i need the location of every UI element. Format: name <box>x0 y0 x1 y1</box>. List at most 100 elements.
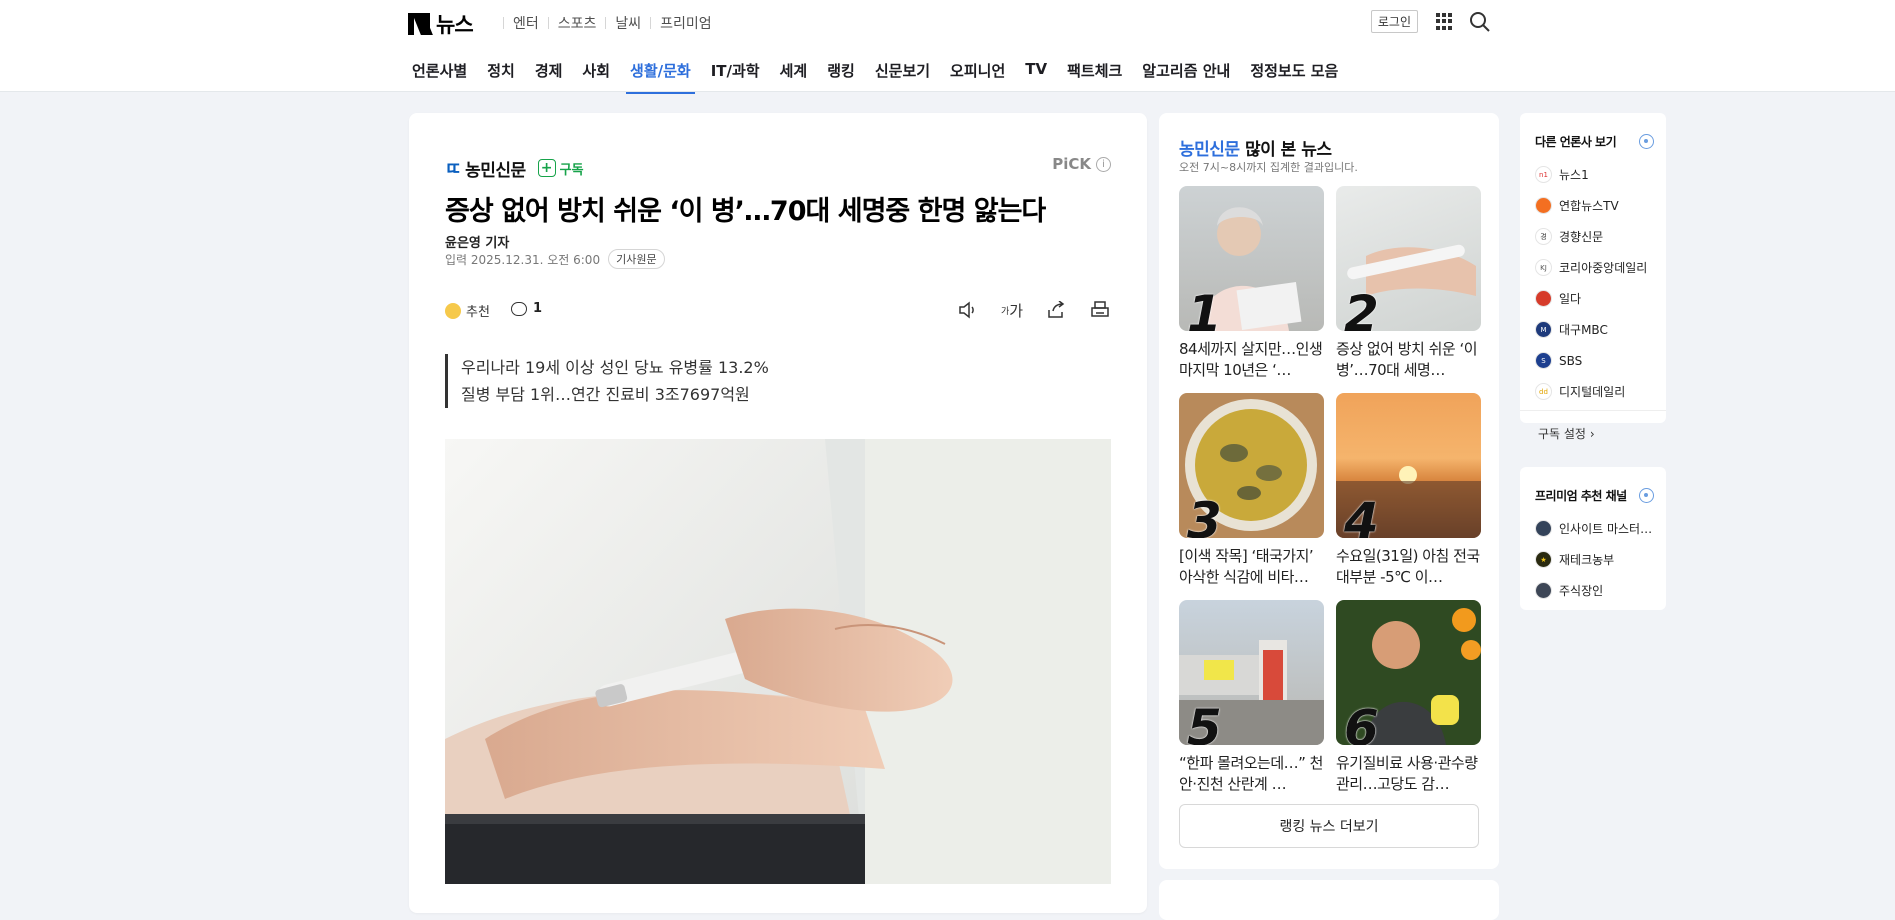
article-summary: 우리나라 19세 이상 성인 당뇨 유병률 13.2% 질병 부담 1위…연간 … <box>445 354 769 408</box>
date-row: 입력 2025.12.31. 오전 6:00 기사원문 <box>445 249 665 269</box>
refresh-icon[interactable] <box>1639 488 1654 503</box>
press-logo-icon: M <box>1535 321 1552 338</box>
nav-tab[interactable]: 경제 <box>527 58 571 94</box>
nav-tab[interactable]: 알고리즘 안내 <box>1134 58 1238 94</box>
rank-number: 5 <box>1187 699 1222 745</box>
press-item-label: SBS <box>1559 353 1583 368</box>
pick-label: PiCK <box>1052 155 1091 173</box>
press-item[interactable]: 경 경향신문 <box>1535 221 1647 252</box>
rank-number: 6 <box>1344 699 1379 745</box>
subscribe-button[interactable]: + 구독 <box>537 159 584 178</box>
nav-tab[interactable]: 정치 <box>479 58 523 94</box>
premium-item[interactable]: 인사이트 마스터… <box>1535 513 1652 544</box>
top-link-sports[interactable]: 스포츠 <box>558 13 597 33</box>
ranking-item[interactable]: 3 [이색 작목] ‘태국가지’ 아삭한 식감에 비타… <box>1179 393 1324 588</box>
ranking-thumbnail: 3 <box>1179 393 1324 538</box>
search-icon[interactable] <box>1469 11 1491 33</box>
nav-tab[interactable]: IT/과학 <box>703 58 768 94</box>
press-item[interactable]: S SBS <box>1535 345 1647 376</box>
original-article-button[interactable]: 기사원문 <box>608 249 665 269</box>
top-link-entertain[interactable]: 엔터 <box>513 13 539 33</box>
press-item[interactable]: M 대구MBC <box>1535 314 1647 345</box>
ranking-item[interactable]: 1 84세까지 살지만…인생 마지막 10년은 ‘… <box>1179 186 1324 381</box>
comment-button[interactable]: 1 <box>511 301 542 316</box>
ranking-thumbnail: 1 <box>1179 186 1324 331</box>
rank-number: 3 <box>1187 492 1222 538</box>
ranking-thumbnail: 4 <box>1336 393 1481 538</box>
premium-item-label: 주식장인 <box>1559 584 1604 598</box>
naver-n-icon <box>408 13 433 35</box>
top-link-premium[interactable]: 프리미엄 <box>660 13 712 33</box>
ranking-more-button[interactable]: 랭킹 뉴스 더보기 <box>1179 804 1479 848</box>
ranking-thumbnail: 5 <box>1179 600 1324 745</box>
nav-tab[interactable]: 언론사별 <box>404 58 475 94</box>
subscribe-settings-link[interactable]: 구독 설정 › <box>1538 425 1595 442</box>
subscribe-settings-label: 구독 설정 <box>1538 427 1586 441</box>
divider <box>1520 410 1666 411</box>
press-item[interactable]: dd 디지털데일리 <box>1535 376 1647 407</box>
channel-avatar <box>1535 520 1552 537</box>
nav-tab[interactable]: 사회 <box>574 58 618 94</box>
premium-list: 인사이트 마스터… ★ 재테크농부 주식장인 <box>1535 513 1652 606</box>
press-logo-icon: 경 <box>1535 228 1552 245</box>
speaker-icon[interactable] <box>957 299 979 321</box>
premium-item[interactable]: ★ 재테크농부 <box>1535 544 1652 575</box>
rail-title: 프리미엄 추천 채널 <box>1535 489 1627 503</box>
press-item[interactable]: KJ 코리아중앙데일리 <box>1535 252 1647 283</box>
premium-item-label: 인사이트 마스터… <box>1559 522 1653 536</box>
article-headline: 증상 없어 방치 쉬운 ‘이 병’…70대 세명중 한명 앓는다 <box>445 196 1046 227</box>
naver-news-logo[interactable]: 뉴스 <box>408 9 474 39</box>
font-size-button[interactable]: 가가 <box>1001 299 1023 321</box>
share-icon[interactable] <box>1045 299 1067 321</box>
ranking-item[interactable]: 6 유기질비료 사용·관수량 관리…고당도 감… <box>1336 600 1481 795</box>
ranking-headline: [이색 작목] ‘태국가지’ 아삭한 식감에 비타… <box>1179 547 1314 586</box>
article-actions: 추천 1 가가 <box>445 299 1111 323</box>
premium-item[interactable]: 주식장인 <box>1535 575 1652 606</box>
login-button[interactable]: 로그인 <box>1370 10 1418 33</box>
press-name: 농민신문 <box>465 160 526 181</box>
nav-tab[interactable]: 랭킹 <box>819 58 863 94</box>
press-logo-icon: S <box>1535 352 1552 369</box>
top-link-weather[interactable]: 날씨 <box>615 13 641 33</box>
ranking-press[interactable]: 농민신문 <box>1179 140 1240 160</box>
rank-number: 2 <box>1344 285 1379 331</box>
press-item[interactable]: 일다 <box>1535 283 1647 314</box>
article-photo <box>445 439 1111 884</box>
services-grid-icon[interactable] <box>1436 13 1453 30</box>
rank-number: 4 <box>1344 492 1379 538</box>
ranking-item[interactable]: 5 “한파 몰려오는데…” 천안·진천 산란계 … <box>1179 600 1324 795</box>
site-header: 뉴스 엔터 스포츠 날씨 프리미엄 로그인 언론사별 정치 경제 사회 생활/문화 IT/… <box>0 0 1895 94</box>
nav-tab[interactable]: TV <box>1017 58 1055 94</box>
nav-tab[interactable]: 생활/문화 <box>622 58 699 94</box>
nav-tab[interactable]: 정정보도 모음 <box>1242 58 1346 94</box>
ranking-thumbnail: 6 <box>1336 600 1481 745</box>
chevron-right-icon: › <box>1589 427 1595 441</box>
article-card: ㄸ 농민신문 + 구독 PiCK i 증상 없어 방치 쉬운 ‘이 병’…70대… <box>409 113 1147 913</box>
press-item-label: 연합뉴스TV <box>1559 199 1619 213</box>
nav-tab[interactable]: 팩트체크 <box>1059 58 1130 94</box>
nav-tab[interactable]: 세계 <box>772 58 816 94</box>
nav-tab[interactable]: 오피니언 <box>942 58 1013 94</box>
most-viewed-card: 농민신문 많이 본 뉴스 오전 7시~8시까지 집계한 결과입니다. 1 84세… <box>1159 113 1499 869</box>
ranking-headline: 84세까지 살지만…인생 마지막 10년은 ‘… <box>1179 340 1323 379</box>
ranking-item[interactable]: 4 수요일(31일) 아침 전국 대부분 -5℃ 이… <box>1336 393 1481 588</box>
nav-tab[interactable]: 신문보기 <box>867 58 938 94</box>
press-item[interactable]: 연합뉴스TV <box>1535 190 1647 221</box>
ranking-subtitle: 오전 7시~8시까지 집계한 결과입니다. <box>1179 161 1358 174</box>
ranking-item[interactable]: 2 증상 없어 방치 쉬운 ‘이 병’…70대 세명… <box>1336 186 1481 381</box>
article-tools: 가가 <box>935 299 1111 321</box>
press-logo[interactable]: ㄸ 농민신문 <box>445 155 526 181</box>
press-item-label: 뉴스1 <box>1559 168 1589 182</box>
refresh-icon[interactable] <box>1639 134 1654 149</box>
recommend-button[interactable]: 추천 <box>445 301 490 320</box>
press-item[interactable]: n1 뉴스1 <box>1535 159 1647 190</box>
ranking-title: 농민신문 많이 본 뉴스 <box>1179 135 1332 160</box>
info-icon[interactable]: i <box>1096 156 1111 172</box>
press-mark-icon: ㄸ <box>445 159 462 180</box>
press-logo-icon: dd <box>1535 383 1552 400</box>
font-size-label: 가 <box>1009 301 1024 320</box>
press-item-label: 대구MBC <box>1559 323 1608 337</box>
premium-item-label: 재테크농부 <box>1559 553 1615 567</box>
print-icon[interactable] <box>1089 299 1111 321</box>
channel-avatar <box>1535 582 1552 599</box>
